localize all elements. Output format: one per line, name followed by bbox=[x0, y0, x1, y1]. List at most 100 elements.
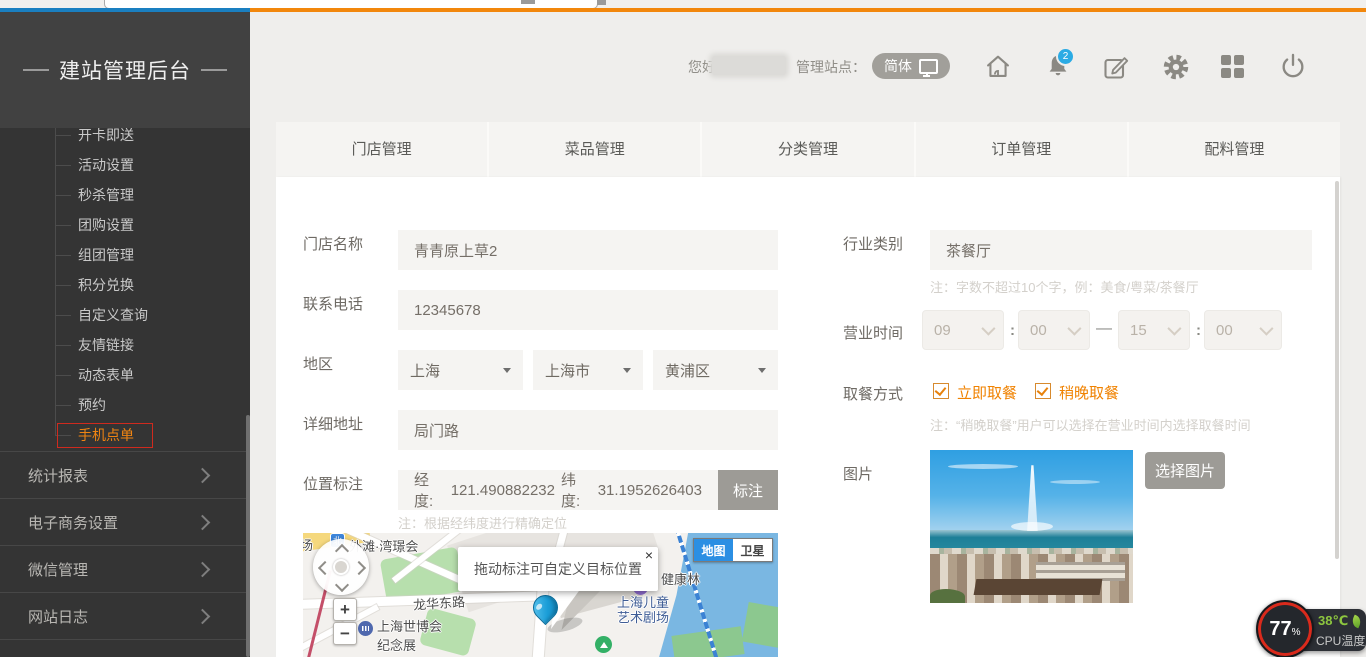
language-pill-button[interactable]: 简体 bbox=[872, 53, 950, 79]
province-select[interactable]: 上海 bbox=[398, 350, 523, 390]
browser-icon-fragment bbox=[521, 0, 535, 4]
map-pan-control[interactable] bbox=[313, 539, 369, 595]
chevron-right-icon bbox=[195, 467, 211, 483]
sidebar-item-activity-settings[interactable]: 活动设置 bbox=[0, 150, 250, 180]
open-minute-select[interactable]: 00 bbox=[1018, 310, 1090, 350]
tab-category-management[interactable]: 分类管理 bbox=[700, 122, 913, 177]
tab-ingredient-management[interactable]: 配料管理 bbox=[1127, 122, 1340, 177]
store-name-input[interactable]: 青青原上草2 bbox=[398, 230, 778, 270]
pickup-now-checkbox[interactable] bbox=[933, 383, 949, 399]
dropdown-arrow-icon bbox=[503, 368, 511, 373]
form-panel: 门店名称 青青原上草2 联系电话 12345678 地区 上海 上海市 黄浦区 … bbox=[276, 177, 1340, 657]
sidebar-item-mobile-ordering[interactable]: 手机点单 bbox=[0, 420, 250, 450]
content-scrollbar[interactable] bbox=[1335, 181, 1339, 559]
sidebar-group-site-log[interactable]: 网站日志 bbox=[0, 592, 250, 639]
pan-center-knob[interactable] bbox=[333, 559, 349, 575]
map-infowindow: 拖动标注可自定义目标位置 × bbox=[458, 547, 658, 591]
sidebar-group-wechat[interactable]: 微信管理 bbox=[0, 545, 250, 592]
pan-right-icon[interactable] bbox=[352, 561, 366, 575]
sidebar-item-points-exchange[interactable]: 积分兑换 bbox=[0, 270, 250, 300]
tab-dish-management[interactable]: 菜品管理 bbox=[487, 122, 700, 177]
home-icon[interactable] bbox=[984, 52, 1012, 80]
sidebar-groups: 统计报表 电子商务设置 微信管理 网站日志 bbox=[0, 451, 250, 640]
chevron-right-icon bbox=[195, 608, 211, 624]
power-icon[interactable] bbox=[1279, 52, 1307, 80]
infowindow-tip-text: 拖动标注可自定义目标位置 bbox=[474, 559, 642, 579]
pickup-later-option[interactable]: 稍晚取餐 bbox=[1059, 382, 1119, 403]
hours-label: 营业时间 bbox=[843, 322, 903, 343]
close-icon[interactable]: × bbox=[645, 548, 653, 562]
sidebar-scrollbar[interactable] bbox=[246, 415, 250, 657]
map-label-expo: 上海世博会纪念展 bbox=[377, 616, 442, 654]
close-minute-select[interactable]: 00 bbox=[1204, 310, 1282, 350]
sidebar-group-ecommerce[interactable]: 电子商务设置 bbox=[0, 498, 250, 545]
zoom-out-button[interactable]: − bbox=[333, 622, 357, 645]
cpu-usage-percent: 77 bbox=[1269, 618, 1291, 641]
sidebar-item-flash-sale[interactable]: 秒杀管理 bbox=[0, 180, 250, 210]
baidu-map[interactable]: 场 外滩·湾璟会 龙华东路 上海世博会纪念展 健康林 上海儿童艺术剧场 ♪ 拖动… bbox=[303, 533, 778, 657]
apps-grid-icon[interactable] bbox=[1221, 55, 1244, 78]
time-colon: : bbox=[1010, 322, 1015, 339]
district-select[interactable]: 黄浦区 bbox=[653, 350, 778, 390]
longitude-label: 经度: bbox=[414, 469, 445, 511]
pickup-note: 注：“稍晚取餐”用户可以选择在营业时间内选择取餐时间 bbox=[930, 415, 1251, 434]
sidebar-item-dynamic-form[interactable]: 动态表单 bbox=[0, 360, 250, 390]
latitude-value: 31.1952626403 bbox=[598, 482, 702, 499]
mark-location-button[interactable]: 标注 bbox=[718, 470, 778, 510]
pan-left-icon[interactable] bbox=[318, 561, 332, 575]
manage-site-label: 管理站点： bbox=[796, 57, 866, 77]
longitude-value: 121.490882232 bbox=[451, 482, 555, 499]
cpu-temp-label: CPU温度 bbox=[1316, 632, 1365, 649]
settings-gear-icon[interactable] bbox=[1162, 53, 1190, 81]
close-hour-select[interactable]: 15 bbox=[1118, 310, 1190, 350]
choose-image-button[interactable]: 选择图片 bbox=[1145, 452, 1225, 489]
pan-down-icon[interactable] bbox=[335, 578, 349, 592]
pickup-later-checkbox[interactable] bbox=[1035, 383, 1051, 399]
pickup-label: 取餐方式 bbox=[843, 383, 903, 404]
monitor-icon bbox=[919, 59, 938, 74]
map-riverside-green bbox=[742, 602, 778, 648]
time-range-dash: — bbox=[1096, 320, 1112, 338]
pickup-now-option[interactable]: 立即取餐 bbox=[957, 382, 1017, 403]
leaf-icon bbox=[1350, 614, 1363, 628]
time-colon: : bbox=[1196, 322, 1201, 339]
image-label: 图片 bbox=[843, 463, 873, 484]
open-hour-select[interactable]: 09 bbox=[922, 310, 1004, 350]
accent-bar-orange bbox=[250, 8, 1366, 12]
satellite-view-button[interactable]: 卫星 bbox=[733, 539, 772, 561]
divider bbox=[0, 639, 250, 640]
zoom-in-button[interactable]: + bbox=[333, 598, 357, 621]
cpu-usage-unit: % bbox=[1292, 627, 1301, 638]
industry-input[interactable]: 茶餐厅 bbox=[930, 230, 1312, 270]
location-note: 注：根据经纬度进行精确定位 bbox=[398, 513, 567, 532]
sidebar-item-reservation[interactable]: 预约 bbox=[0, 390, 250, 420]
sidebar-item-group-buy[interactable]: 团购设置 bbox=[0, 210, 250, 240]
chevron-down-icon bbox=[1259, 322, 1273, 336]
phone-input[interactable]: 12345678 bbox=[398, 290, 778, 330]
system-monitor-widget[interactable]: 77 % 38℃ CPU温度 bbox=[1256, 600, 1366, 657]
edit-icon[interactable] bbox=[1102, 53, 1130, 81]
sidebar-menu: 开卡即送 活动设置 秒杀管理 团购设置 组团管理 积分兑换 自定义查询 友情链接… bbox=[0, 120, 250, 450]
map-label-theater: 上海儿童艺术剧场 bbox=[617, 595, 669, 625]
map-label-road: 龙华东路 bbox=[412, 591, 465, 614]
chevron-right-icon bbox=[195, 514, 211, 530]
dropdown-arrow-icon bbox=[758, 368, 766, 373]
tab-order-management[interactable]: 订单管理 bbox=[914, 122, 1127, 177]
location-input[interactable]: 经度: 121.490882232 纬度: 31.1952626403 bbox=[398, 470, 718, 510]
sidebar-title-text: 建站管理后台 bbox=[59, 55, 191, 85]
sidebar-item-group-manage[interactable]: 组团管理 bbox=[0, 240, 250, 270]
sidebar-group-statistics[interactable]: 统计报表 bbox=[0, 451, 250, 498]
cpu-temp-value: 38℃ bbox=[1318, 613, 1361, 629]
city-select[interactable]: 上海市 bbox=[533, 350, 643, 390]
sidebar-item-friend-links[interactable]: 友情链接 bbox=[0, 330, 250, 360]
sidebar-item-custom-query[interactable]: 自定义查询 bbox=[0, 300, 250, 330]
museum-icon bbox=[358, 621, 373, 636]
map-view-button[interactable]: 地图 bbox=[694, 539, 733, 561]
notification-badge: 2 bbox=[1056, 47, 1075, 66]
dropdown-arrow-icon bbox=[623, 368, 631, 373]
pan-up-icon[interactable] bbox=[335, 544, 349, 558]
tab-store-management[interactable]: 门店管理 bbox=[276, 122, 487, 177]
address-input[interactable]: 局门路 bbox=[398, 410, 778, 450]
chevron-right-icon bbox=[195, 561, 211, 577]
cpu-usage-gauge: 77 % bbox=[1256, 600, 1314, 657]
